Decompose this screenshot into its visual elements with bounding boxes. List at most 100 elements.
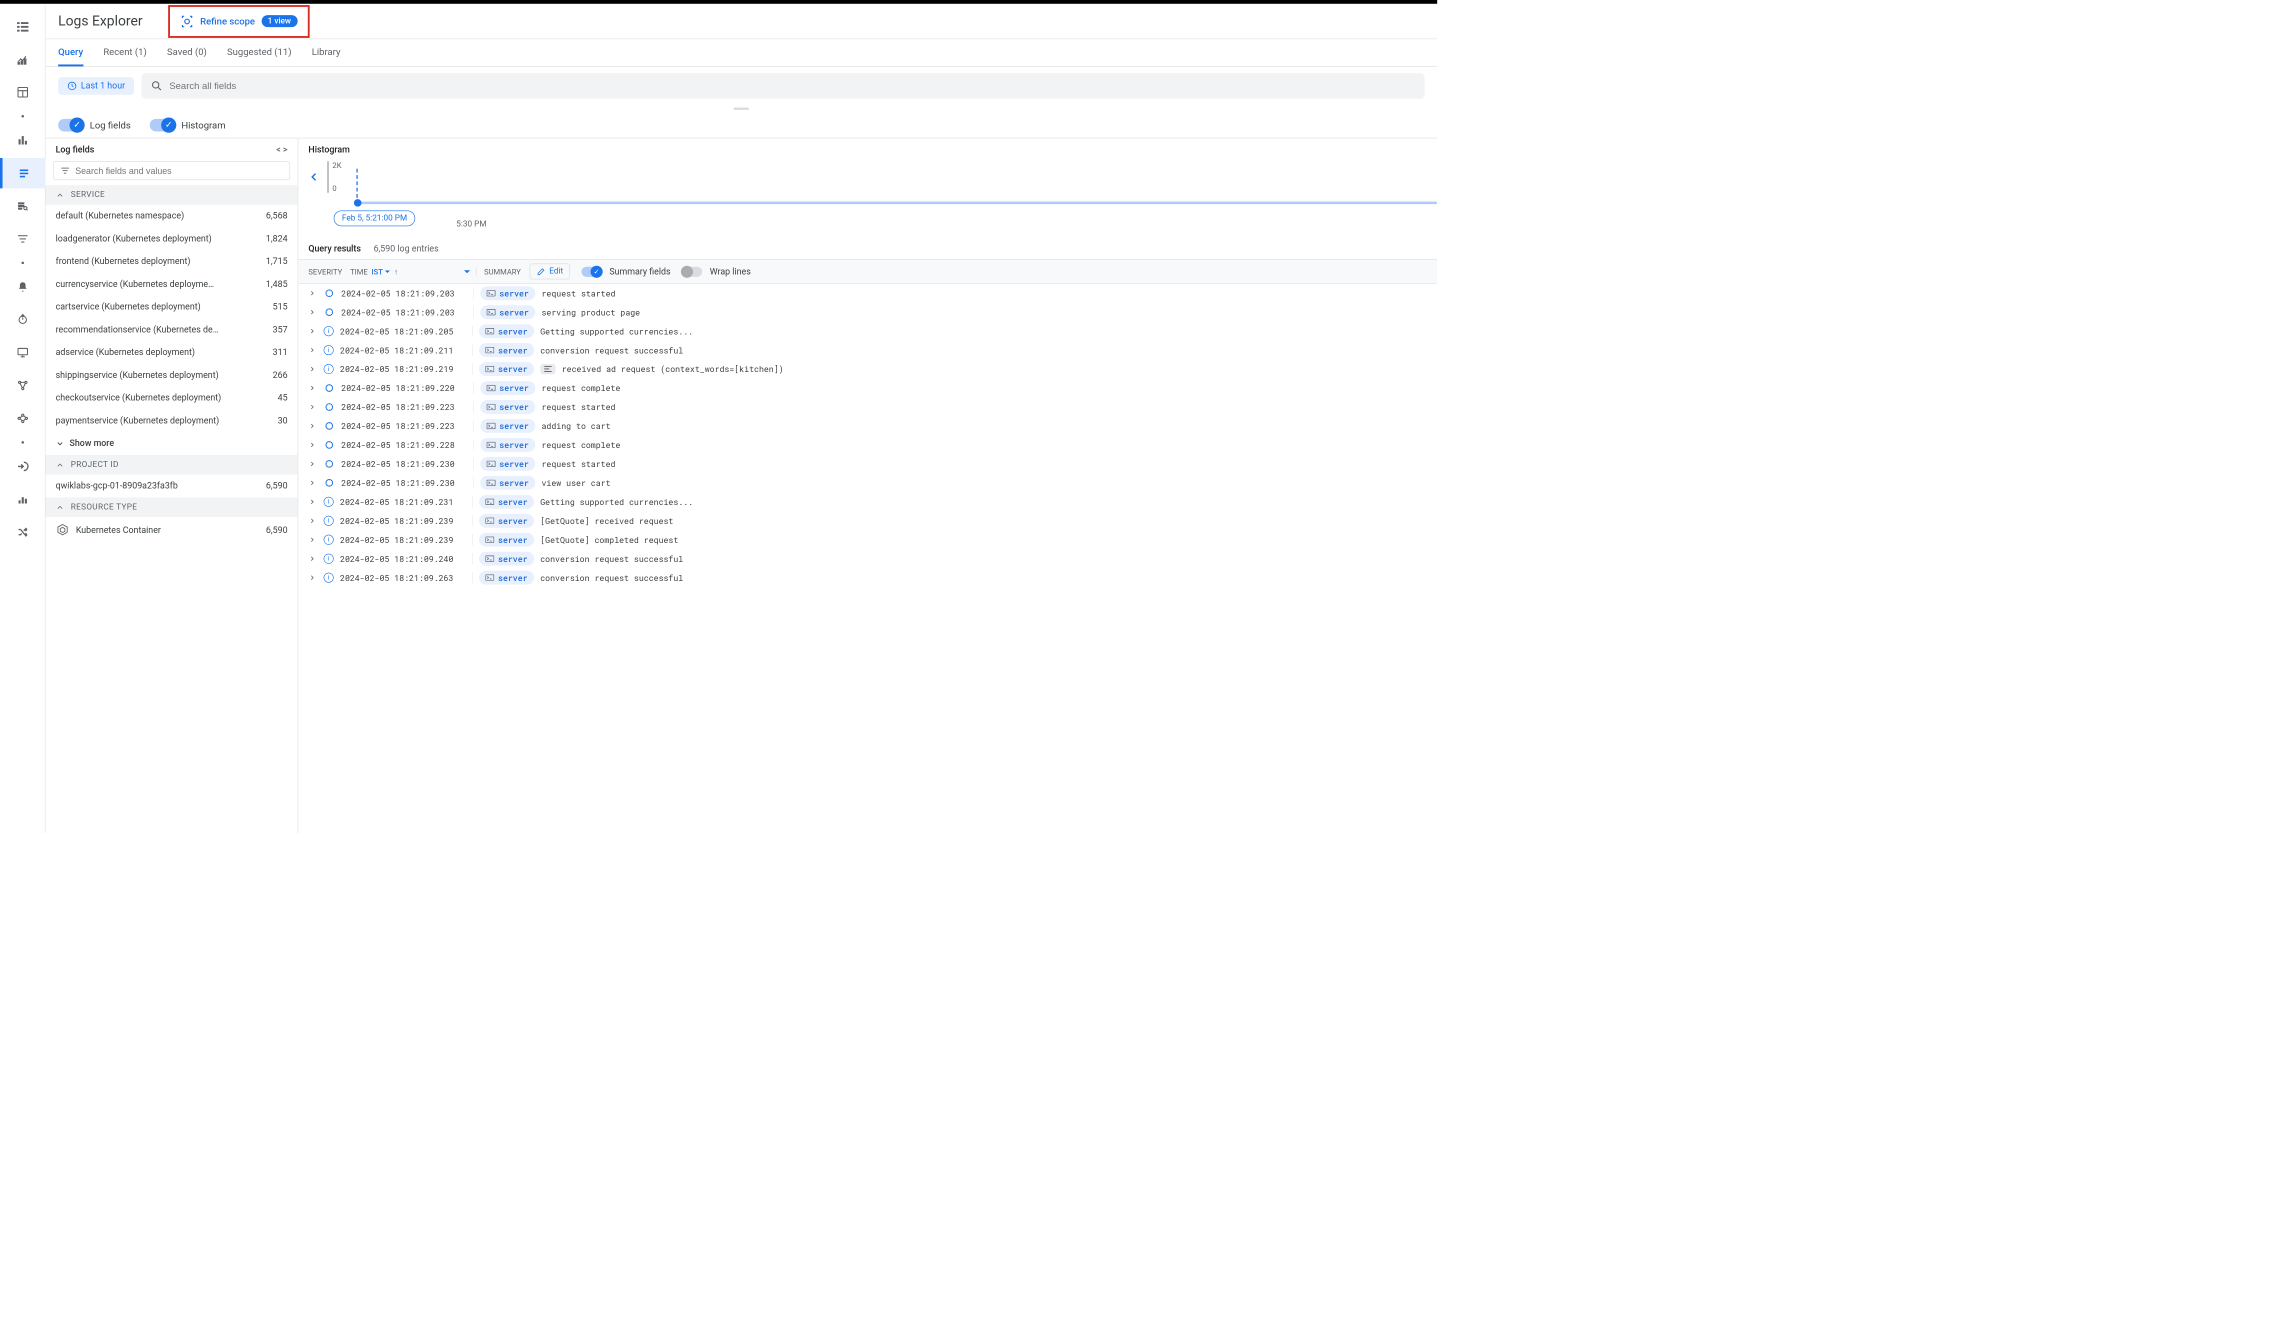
log-row[interactable]: 2024-02-05 18:21:09.228serverrequest com…	[298, 435, 1437, 454]
log-row[interactable]: 2024-02-05 18:21:09.230serverview user c…	[298, 473, 1437, 492]
server-chip[interactable]: server	[480, 400, 535, 414]
expand-icon[interactable]	[308, 365, 317, 373]
tab-library[interactable]: Library	[312, 39, 341, 66]
expand-icon[interactable]	[308, 574, 317, 582]
nav-bell-icon[interactable]	[7, 272, 37, 302]
server-chip[interactable]: server	[480, 286, 535, 300]
field-row[interactable]: qwiklabs-gcp-01-8909a23fa3fb6,590	[46, 475, 298, 498]
server-chip[interactable]: server	[479, 343, 534, 357]
expand-icon[interactable]	[308, 346, 317, 354]
log-row[interactable]: i2024-02-05 18:21:09.240serverconversion…	[298, 549, 1437, 568]
server-chip[interactable]: server	[479, 514, 534, 528]
server-chip[interactable]: server	[480, 381, 535, 395]
server-chip[interactable]: server	[479, 324, 534, 338]
nav-shuffle-icon[interactable]	[7, 517, 37, 547]
log-row[interactable]: i2024-02-05 18:21:09.239server[GetQuote]…	[298, 511, 1437, 530]
expand-icon[interactable]	[308, 536, 317, 544]
log-row[interactable]: i2024-02-05 18:21:09.263serverconversion…	[298, 568, 1437, 587]
log-row[interactable]: i2024-02-05 18:21:09.211serverconversion…	[298, 341, 1437, 360]
histogram-back-button[interactable]	[308, 171, 319, 182]
tab-saved-[interactable]: Saved (0)	[167, 39, 207, 66]
log-row[interactable]: 2024-02-05 18:21:09.203serverserving pro…	[298, 303, 1437, 322]
expand-icon[interactable]	[308, 422, 317, 430]
tab-recent-[interactable]: Recent (1)	[103, 39, 146, 66]
field-row[interactable]: frontend (Kubernetes deployment)1,715	[46, 250, 298, 273]
server-chip[interactable]: server	[479, 495, 534, 509]
nav-error-icon[interactable]	[7, 305, 37, 335]
nav-dashboard-icon[interactable]	[7, 77, 37, 107]
expand-icon[interactable]	[308, 498, 317, 506]
log-row[interactable]: 2024-02-05 18:21:09.230serverrequest sta…	[298, 454, 1437, 473]
sort-asc-icon[interactable]: ↑	[394, 267, 398, 276]
expand-icon[interactable]	[308, 327, 317, 335]
server-chip[interactable]: server	[480, 438, 535, 452]
expand-icon[interactable]	[308, 460, 317, 468]
server-chip[interactable]: server	[480, 305, 535, 319]
nav-logs-icon[interactable]	[0, 158, 45, 188]
summary-fields-toggle[interactable]: ✓ Summary fields	[579, 265, 671, 278]
sidebar-search[interactable]	[53, 161, 290, 180]
time-range-chip[interactable]: Last 1 hour	[58, 77, 134, 95]
server-chip[interactable]: server	[479, 362, 534, 376]
log-row[interactable]: 2024-02-05 18:21:09.223serverrequest sta…	[298, 398, 1437, 417]
edit-summary-button[interactable]: Edit	[530, 264, 570, 280]
expand-icon[interactable]	[308, 384, 317, 392]
sidebar-search-input[interactable]	[70, 166, 283, 176]
wrap-lines-toggle[interactable]: Wrap lines	[679, 265, 750, 278]
field-row[interactable]: shippingservice (Kubernetes deployment)2…	[46, 364, 298, 387]
log-row[interactable]: 2024-02-05 18:21:09.223serveradding to c…	[298, 416, 1437, 435]
server-chip[interactable]: server	[480, 476, 535, 490]
timezone-dropdown[interactable]: IST	[371, 267, 390, 276]
nav-graph-icon[interactable]	[7, 403, 37, 433]
histogram-toggle[interactable]: ✓ Histogram	[150, 119, 226, 132]
field-row[interactable]: currencyservice (Kubernetes deployme…1,4…	[46, 273, 298, 296]
column-severity[interactable]: SEVERITY	[308, 267, 342, 276]
field-row[interactable]: Kubernetes Container6,590	[46, 517, 298, 544]
histogram-slider[interactable]: Feb 5, 5:21:00 PM	[334, 198, 1437, 217]
nav-monitor-icon[interactable]	[7, 337, 37, 367]
log-row[interactable]: i2024-02-05 18:21:09.239server[GetQuote]…	[298, 530, 1437, 549]
nav-bars-icon[interactable]	[7, 125, 37, 155]
log-row[interactable]: i2024-02-05 18:21:09.205serverGetting su…	[298, 322, 1437, 341]
sort-dropdown-icon[interactable]	[463, 268, 471, 276]
server-chip[interactable]: server	[479, 533, 534, 547]
nav-login-icon[interactable]	[7, 451, 37, 481]
nav-list-icon[interactable]	[7, 11, 37, 41]
expand-icon[interactable]	[308, 308, 317, 316]
field-row[interactable]: recommendationservice (Kubernetes de…357	[46, 319, 298, 342]
nav-metrics-icon[interactable]	[7, 44, 37, 74]
group-header[interactable]: RESOURCE TYPE	[46, 497, 298, 517]
log-fields-toggle[interactable]: ✓ Log fields	[58, 119, 131, 132]
tab-query[interactable]: Query	[58, 39, 83, 66]
field-row[interactable]: checkoutservice (Kubernetes deployment)4…	[46, 387, 298, 410]
expand-icon[interactable]	[308, 441, 317, 449]
group-header[interactable]: SERVICE	[46, 185, 298, 205]
expand-icon[interactable]	[308, 517, 317, 525]
nav-log-analytics-icon[interactable]	[7, 191, 37, 221]
field-row[interactable]: default (Kubernetes namespace)6,568	[46, 205, 298, 228]
column-time[interactable]: TIME	[350, 267, 368, 276]
search-all-input[interactable]	[163, 81, 1416, 92]
expand-icon[interactable]	[308, 479, 317, 487]
log-row[interactable]: 2024-02-05 18:21:09.220serverrequest com…	[298, 379, 1437, 398]
log-row[interactable]: i2024-02-05 18:21:09.219serverreceived a…	[298, 360, 1437, 379]
collapse-sidebar-button[interactable]: < >	[276, 145, 287, 155]
expand-icon[interactable]	[308, 555, 317, 563]
server-chip[interactable]: server	[480, 457, 535, 471]
server-chip[interactable]: server	[479, 571, 534, 585]
nav-filter-icon[interactable]	[7, 224, 37, 254]
refine-scope-button[interactable]: Refine scope 1 view	[168, 5, 309, 38]
drag-handle[interactable]	[46, 105, 1438, 113]
field-row[interactable]: loadgenerator (Kubernetes deployment)1,8…	[46, 228, 298, 251]
tab-suggested-[interactable]: Suggested (11)	[227, 39, 291, 66]
field-row[interactable]: adservice (Kubernetes deployment)311	[46, 341, 298, 364]
expand-icon[interactable]	[308, 403, 317, 411]
server-chip[interactable]: server	[480, 419, 535, 433]
group-header[interactable]: PROJECT ID	[46, 455, 298, 475]
show-more-button[interactable]: Show more	[46, 432, 298, 455]
log-row[interactable]: i2024-02-05 18:21:09.231serverGetting su…	[298, 492, 1437, 511]
field-row[interactable]: cartservice (Kubernetes deployment)515	[46, 296, 298, 319]
field-row[interactable]: paymentservice (Kubernetes deployment)30	[46, 410, 298, 433]
server-chip[interactable]: server	[479, 552, 534, 566]
log-row[interactable]: 2024-02-05 18:21:09.203serverrequest sta…	[298, 284, 1437, 303]
